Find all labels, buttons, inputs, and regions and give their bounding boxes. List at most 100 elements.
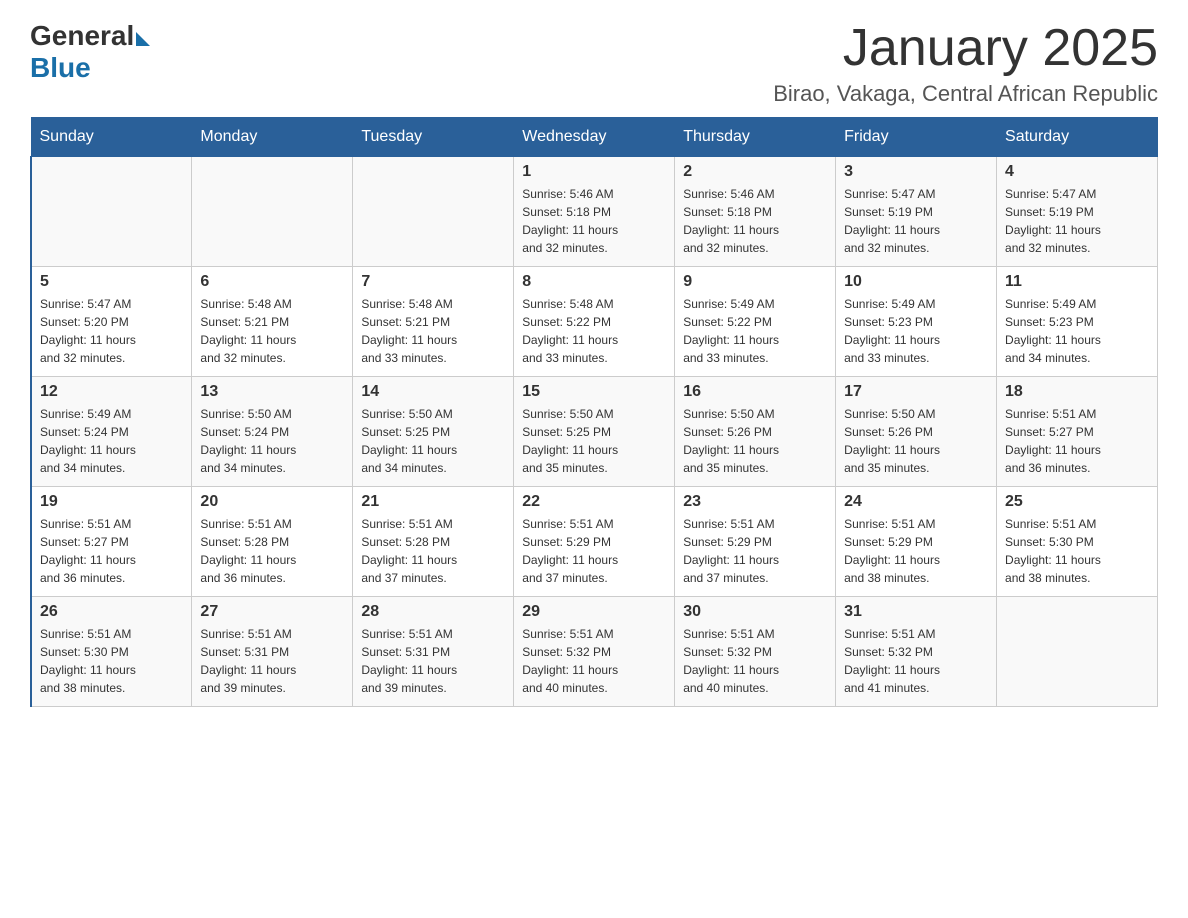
title-section: January 2025 Birao, Vakaga, Central Afri… — [773, 20, 1158, 107]
calendar-week-row: 12 Sunrise: 5:49 AMSunset: 5:24 PMDayligh… — [31, 377, 1158, 487]
calendar-cell: 6 Sunrise: 5:48 AMSunset: 5:21 PMDaylight… — [192, 267, 353, 377]
calendar-cell: 21 Sunrise: 5:51 AMSunset: 5:28 PMDayligh… — [353, 487, 514, 597]
day-number: 11 — [1005, 273, 1149, 291]
day-info: Sunrise: 5:49 AMSunset: 5:24 PMDaylight:… — [40, 405, 183, 477]
header-tuesday: Tuesday — [353, 118, 514, 157]
day-number: 24 — [844, 493, 988, 511]
day-number: 12 — [40, 383, 183, 401]
day-number: 30 — [683, 603, 827, 621]
day-number: 7 — [361, 273, 505, 291]
calendar-cell — [997, 597, 1158, 707]
day-info: Sunrise: 5:50 AMSunset: 5:26 PMDaylight:… — [844, 405, 988, 477]
day-number: 21 — [361, 493, 505, 511]
day-number: 13 — [200, 383, 344, 401]
day-number: 19 — [40, 493, 183, 511]
calendar-cell: 10 Sunrise: 5:49 AMSunset: 5:23 PMDayligh… — [836, 267, 997, 377]
day-number: 5 — [40, 273, 183, 291]
calendar-cell: 23 Sunrise: 5:51 AMSunset: 5:29 PMDayligh… — [675, 487, 836, 597]
day-info: Sunrise: 5:51 AMSunset: 5:32 PMDaylight:… — [844, 625, 988, 697]
calendar-cell: 28Sunrise: 5:51 AMSunset: 5:31 PMDayligh… — [353, 597, 514, 707]
calendar-week-row: 26 Sunrise: 5:51 AMSunset: 5:30 PMDayligh… — [31, 597, 1158, 707]
day-info: Sunrise: 5:50 AMSunset: 5:24 PMDaylight:… — [200, 405, 344, 477]
day-number: 18 — [1005, 383, 1149, 401]
day-number: 27 — [200, 603, 344, 621]
day-info: Sunrise: 5:51 AMSunset: 5:32 PMDaylight:… — [683, 625, 827, 697]
calendar-cell: 17 Sunrise: 5:50 AMSunset: 5:26 PMDayligh… — [836, 377, 997, 487]
calendar-cell: 29 Sunrise: 5:51 AMSunset: 5:32 PMDayligh… — [514, 597, 675, 707]
calendar-week-row: 5Sunrise: 5:47 AMSunset: 5:20 PMDaylight… — [31, 267, 1158, 377]
calendar-cell — [353, 157, 514, 267]
calendar-cell: 9 Sunrise: 5:49 AMSunset: 5:22 PMDaylight… — [675, 267, 836, 377]
header-saturday: Saturday — [997, 118, 1158, 157]
calendar-cell: 12 Sunrise: 5:49 AMSunset: 5:24 PMDayligh… — [31, 377, 192, 487]
logo: General Blue — [30, 20, 150, 84]
calendar-cell: 7Sunrise: 5:48 AMSunset: 5:21 PMDaylight… — [353, 267, 514, 377]
day-number: 2 — [683, 163, 827, 181]
calendar-cell: 2 Sunrise: 5:46 AMSunset: 5:18 PMDaylight… — [675, 157, 836, 267]
day-number: 10 — [844, 273, 988, 291]
calendar-cell: 22 Sunrise: 5:51 AMSunset: 5:29 PMDayligh… — [514, 487, 675, 597]
day-info: Sunrise: 5:50 AMSunset: 5:26 PMDaylight:… — [683, 405, 827, 477]
day-info: Sunrise: 5:46 AMSunset: 5:18 PMDaylight:… — [522, 185, 666, 257]
calendar-cell: 20 Sunrise: 5:51 AMSunset: 5:28 PMDayligh… — [192, 487, 353, 597]
calendar-cell: 3 Sunrise: 5:47 AMSunset: 5:19 PMDaylight… — [836, 157, 997, 267]
day-number: 1 — [522, 163, 666, 181]
day-number: 9 — [683, 273, 827, 291]
day-info: Sunrise: 5:50 AMSunset: 5:25 PMDaylight:… — [522, 405, 666, 477]
logo-general-text: General — [30, 20, 134, 52]
day-info: Sunrise: 5:51 AMSunset: 5:29 PMDaylight:… — [844, 515, 988, 587]
day-number: 29 — [522, 603, 666, 621]
calendar-cell: 25 Sunrise: 5:51 AMSunset: 5:30 PMDayligh… — [997, 487, 1158, 597]
calendar-subtitle: Birao, Vakaga, Central African Republic — [773, 81, 1158, 107]
calendar-cell: 24 Sunrise: 5:51 AMSunset: 5:29 PMDayligh… — [836, 487, 997, 597]
calendar-cell — [31, 157, 192, 267]
day-info: Sunrise: 5:51 AMSunset: 5:27 PMDaylight:… — [1005, 405, 1149, 477]
calendar-cell: 16 Sunrise: 5:50 AMSunset: 5:26 PMDayligh… — [675, 377, 836, 487]
header-friday: Friday — [836, 118, 997, 157]
day-info: Sunrise: 5:51 AMSunset: 5:30 PMDaylight:… — [40, 625, 183, 697]
day-info: Sunrise: 5:51 AMSunset: 5:28 PMDaylight:… — [200, 515, 344, 587]
page-header: General Blue January 2025 Birao, Vakaga,… — [30, 20, 1158, 107]
day-info: Sunrise: 5:51 AMSunset: 5:28 PMDaylight:… — [361, 515, 505, 587]
logo-triangle-icon — [136, 32, 150, 46]
day-number: 8 — [522, 273, 666, 291]
day-info: Sunrise: 5:47 AMSunset: 5:19 PMDaylight:… — [844, 185, 988, 257]
day-number: 23 — [683, 493, 827, 511]
calendar-cell: 5Sunrise: 5:47 AMSunset: 5:20 PMDaylight… — [31, 267, 192, 377]
calendar-cell: 13 Sunrise: 5:50 AMSunset: 5:24 PMDayligh… — [192, 377, 353, 487]
weekday-header-row: Sunday Monday Tuesday Wednesday Thursday… — [31, 118, 1158, 157]
day-number: 22 — [522, 493, 666, 511]
day-info: Sunrise: 5:51 AMSunset: 5:29 PMDaylight:… — [683, 515, 827, 587]
day-number: 26 — [40, 603, 183, 621]
calendar-cell: 31Sunrise: 5:51 AMSunset: 5:32 PMDayligh… — [836, 597, 997, 707]
day-info: Sunrise: 5:49 AMSunset: 5:23 PMDaylight:… — [844, 295, 988, 367]
logo-blue-text: Blue — [30, 52, 150, 84]
day-number: 16 — [683, 383, 827, 401]
day-number: 6 — [200, 273, 344, 291]
day-info: Sunrise: 5:51 AMSunset: 5:30 PMDaylight:… — [1005, 515, 1149, 587]
day-info: Sunrise: 5:48 AMSunset: 5:21 PMDaylight:… — [200, 295, 344, 367]
day-number: 17 — [844, 383, 988, 401]
day-number: 3 — [844, 163, 988, 181]
day-info: Sunrise: 5:51 AMSunset: 5:32 PMDaylight:… — [522, 625, 666, 697]
calendar-cell — [192, 157, 353, 267]
day-info: Sunrise: 5:46 AMSunset: 5:18 PMDaylight:… — [683, 185, 827, 257]
day-info: Sunrise: 5:51 AMSunset: 5:29 PMDaylight:… — [522, 515, 666, 587]
day-info: Sunrise: 5:48 AMSunset: 5:22 PMDaylight:… — [522, 295, 666, 367]
calendar-cell: 27 Sunrise: 5:51 AMSunset: 5:31 PMDayligh… — [192, 597, 353, 707]
day-number: 14 — [361, 383, 505, 401]
calendar-week-row: 19 Sunrise: 5:51 AMSunset: 5:27 PMDayligh… — [31, 487, 1158, 597]
calendar-cell: 30 Sunrise: 5:51 AMSunset: 5:32 PMDayligh… — [675, 597, 836, 707]
day-info: Sunrise: 5:51 AMSunset: 5:31 PMDaylight:… — [200, 625, 344, 697]
day-info: Sunrise: 5:50 AMSunset: 5:25 PMDaylight:… — [361, 405, 505, 477]
header-wednesday: Wednesday — [514, 118, 675, 157]
day-info: Sunrise: 5:51 AMSunset: 5:27 PMDaylight:… — [40, 515, 183, 587]
calendar-cell: 11Sunrise: 5:49 AMSunset: 5:23 PMDayligh… — [997, 267, 1158, 377]
calendar-cell: 15Sunrise: 5:50 AMSunset: 5:25 PMDayligh… — [514, 377, 675, 487]
calendar-cell: 8 Sunrise: 5:48 AMSunset: 5:22 PMDaylight… — [514, 267, 675, 377]
calendar-table: Sunday Monday Tuesday Wednesday Thursday… — [30, 117, 1158, 707]
day-number: 25 — [1005, 493, 1149, 511]
day-number: 20 — [200, 493, 344, 511]
calendar-cell: 26 Sunrise: 5:51 AMSunset: 5:30 PMDayligh… — [31, 597, 192, 707]
day-info: Sunrise: 5:49 AMSunset: 5:22 PMDaylight:… — [683, 295, 827, 367]
